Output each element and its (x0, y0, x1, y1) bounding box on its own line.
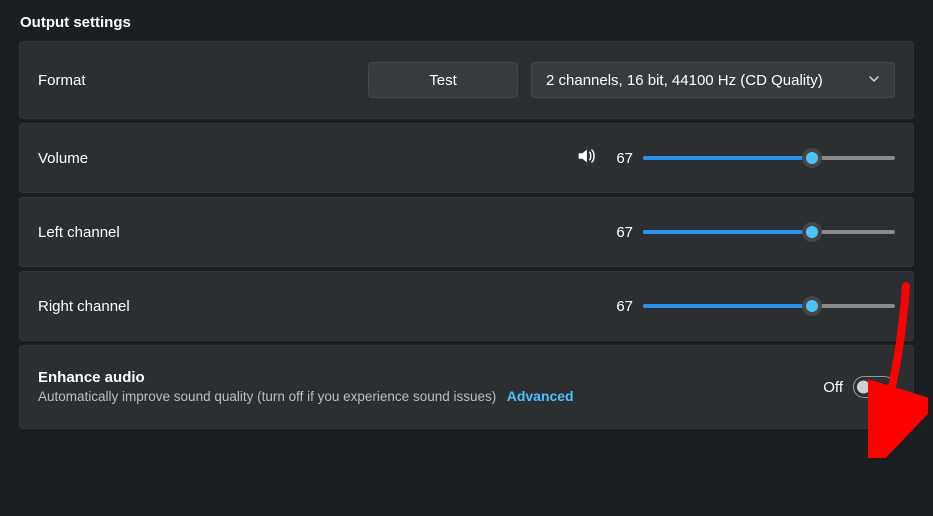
format-row: Format Test 2 channels, 16 bit, 44100 Hz… (19, 41, 914, 119)
left-channel-label: Left channel (38, 224, 120, 241)
right-channel-value: 67 (609, 298, 633, 315)
left-channel-value: 67 (609, 224, 633, 241)
volume-row: Volume 67 (19, 123, 914, 193)
enhance-toggle[interactable] (853, 376, 895, 398)
left-channel-row: Left channel 67 (19, 197, 914, 267)
volume-value: 67 (609, 150, 633, 167)
chevron-down-icon (868, 72, 880, 89)
volume-label: Volume (38, 150, 88, 167)
test-button[interactable]: Test (368, 62, 518, 98)
volume-slider[interactable] (643, 148, 895, 168)
right-channel-row: Right channel 67 (19, 271, 914, 341)
enhance-title: Enhance audio (38, 369, 574, 386)
page-title: Output settings (0, 0, 933, 41)
format-select-value: 2 channels, 16 bit, 44100 Hz (CD Quality… (546, 72, 823, 89)
format-select[interactable]: 2 channels, 16 bit, 44100 Hz (CD Quality… (531, 62, 895, 98)
left-channel-slider[interactable] (643, 222, 895, 242)
enhance-audio-row: Enhance audio Automatically improve soun… (19, 345, 914, 429)
speaker-icon[interactable] (575, 145, 597, 172)
right-channel-slider[interactable] (643, 296, 895, 316)
advanced-link[interactable]: Advanced (507, 388, 574, 404)
enhance-subtitle: Automatically improve sound quality (tur… (38, 389, 496, 404)
enhance-state-label: Off (823, 379, 843, 396)
settings-list: Format Test 2 channels, 16 bit, 44100 Hz… (0, 41, 933, 449)
right-channel-label: Right channel (38, 298, 130, 315)
format-label: Format (38, 72, 86, 89)
